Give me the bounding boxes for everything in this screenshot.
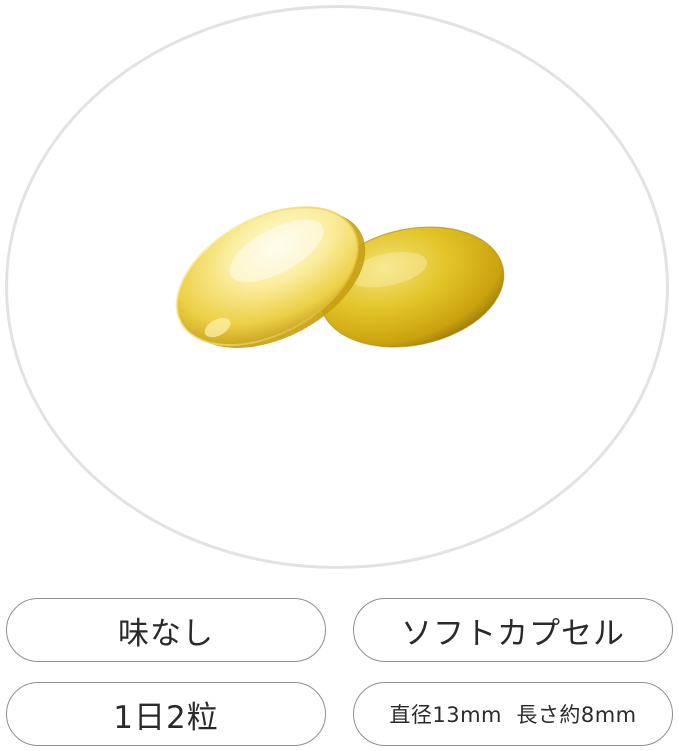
- feature-softgel-badge: ソフトカプセル: [353, 598, 673, 662]
- feature-size-badge: 直径13mm 長さ約8mm: [353, 682, 673, 746]
- feature-tasteless-badge: 味なし: [6, 598, 326, 662]
- feature-label: 1日2粒: [113, 699, 219, 736]
- feature-label: ソフトカプセル: [401, 615, 625, 652]
- feature-label: 直径13mm 長さ約8mm: [389, 703, 637, 727]
- feature-label: 味なし: [118, 615, 214, 652]
- feature-dosage-badge: 1日2粒: [6, 682, 326, 746]
- softgel-capsules-image: [175, 206, 505, 348]
